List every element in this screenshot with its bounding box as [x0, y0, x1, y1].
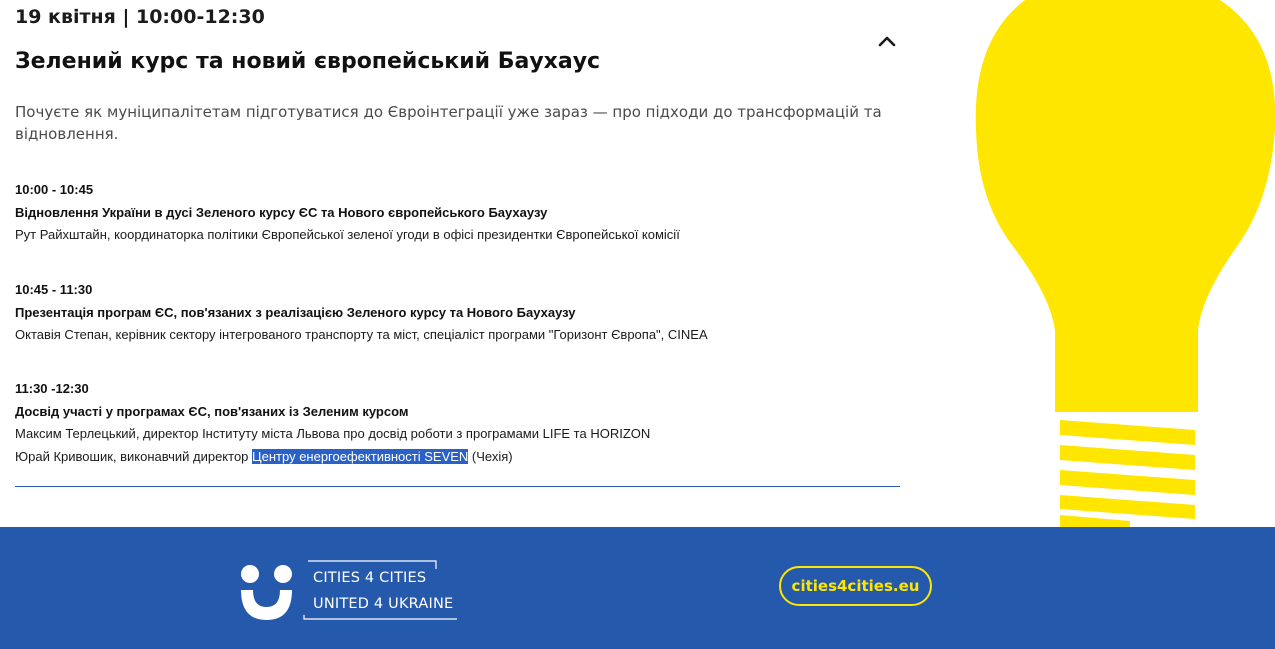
section-divider — [15, 486, 900, 487]
website-link-button[interactable]: cities4cities.eu — [779, 566, 932, 606]
session-title: Досвід участі у програмах ЄС, пов'язаних… — [15, 403, 409, 419]
event-title: Зелений курс та новий європейський Бауха… — [15, 49, 601, 74]
cities4cities-logo[interactable]: CITIES 4 CITIES UNITED 4 UKRAINE — [238, 560, 468, 622]
collapse-button[interactable] — [875, 30, 899, 52]
logo-line-2: UNITED 4 UKRAINE — [313, 596, 454, 612]
speaker-text: (Чехія) — [468, 448, 513, 464]
chevron-up-icon — [878, 36, 896, 47]
session-speaker: Рут Райхштайн, координаторка політики Єв… — [15, 227, 680, 242]
event-date-time: 19 квітня | 10:00-12:30 — [15, 6, 265, 28]
session-title: Відновлення України в дусі Зеленого курс… — [15, 204, 548, 220]
logo-line-1: CITIES 4 CITIES — [313, 570, 427, 586]
session-item: 10:45 - 11:30 Презентація програм ЄС, по… — [15, 279, 708, 347]
session-time: 11:30 -12:30 — [15, 381, 89, 396]
footer: CITIES 4 CITIES UNITED 4 UKRAINE cities4… — [0, 527, 1275, 649]
session-item: 11:30 -12:30 Досвід участі у програмах Є… — [15, 378, 650, 468]
session-speaker: Октавія Степан, керівник сектору інтегро… — [15, 327, 708, 342]
speaker-text: Юрай Кривошик, виконавчий директор — [15, 448, 253, 464]
selected-text: Центру енергоефективності SEVEN — [252, 448, 469, 464]
session-title: Презентація програм ЄС, пов'язаних з реа… — [15, 304, 576, 320]
session-time: 10:00 - 10:45 — [15, 182, 94, 197]
session-time: 10:45 - 11:30 — [15, 282, 93, 297]
session-item: 10:00 - 10:45 Відновлення України в дусі… — [15, 179, 680, 247]
event-intro: Почуєте як муніципалітетам підготуватися… — [15, 103, 882, 143]
logo-smile-icon — [241, 565, 292, 620]
lightbulb-illustration — [975, 0, 1275, 527]
session-speaker: Юрай Кривошик, виконавчий директор Центр… — [15, 446, 650, 469]
session-speaker: Максим Терлецький, директор Інституту мі… — [15, 426, 651, 441]
